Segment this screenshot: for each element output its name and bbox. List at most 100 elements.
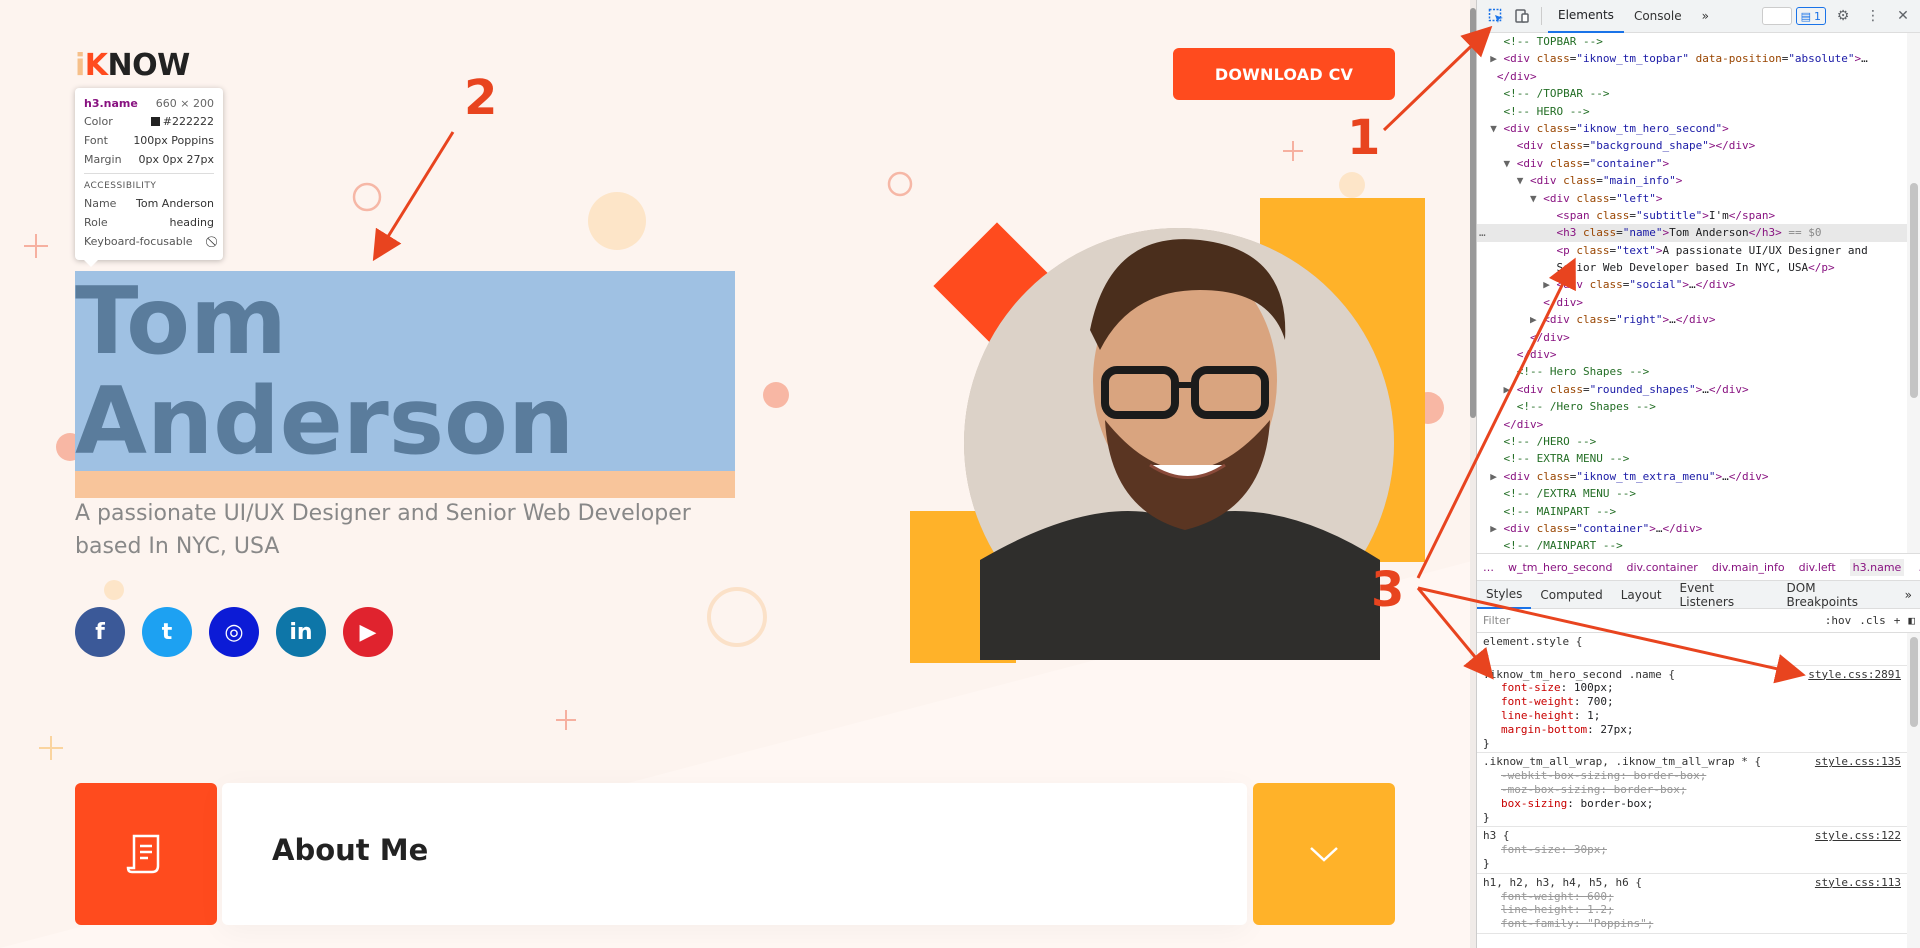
- dom-node[interactable]: </div>: [1477, 416, 1907, 433]
- css-property[interactable]: font-family: "Poppins";: [1483, 917, 1901, 931]
- css-property[interactable]: line-height: 1.2;: [1483, 903, 1901, 917]
- dom-node[interactable]: ▶ <div class="rounded_shapes">…</div>: [1477, 381, 1907, 398]
- dom-node[interactable]: <!-- /Hero Shapes -->: [1477, 398, 1907, 415]
- dom-node[interactable]: ▶ <div class="container">…</div>: [1477, 520, 1907, 537]
- subtab-computed[interactable]: Computed: [1531, 581, 1611, 609]
- dom-node[interactable]: ▼ <div class="container">: [1477, 155, 1907, 172]
- css-property[interactable]: font-size: 100px;: [1483, 681, 1901, 695]
- about-icon-box[interactable]: [75, 783, 217, 925]
- dom-node[interactable]: ▼ <div class="left">: [1477, 190, 1907, 207]
- styles-scrollbar[interactable]: [1907, 633, 1920, 948]
- dom-node[interactable]: ▶ <div class="right">…</div>: [1477, 311, 1907, 328]
- dom-node[interactable]: <!-- TOPBAR -->: [1477, 33, 1907, 50]
- css-property[interactable]: -moz-box-sizing: border-box;: [1483, 783, 1901, 797]
- more-tabs-icon[interactable]: »: [1692, 0, 1719, 33]
- dom-node[interactable]: </div>: [1477, 294, 1907, 311]
- breadcrumb-item[interactable]: h3.name: [1849, 558, 1905, 576]
- dom-node[interactable]: <!-- EXTRA MENU -->: [1477, 450, 1907, 467]
- twitter-icon[interactable]: t: [142, 607, 192, 657]
- dom-node[interactable]: <!-- MAINPART -->: [1477, 503, 1907, 520]
- dom-node[interactable]: <span class="subtitle">I'm</span>: [1477, 207, 1907, 224]
- css-property[interactable]: font-weight: 600;: [1483, 890, 1901, 904]
- class-toggle[interactable]: .cls: [1859, 614, 1886, 627]
- dom-node[interactable]: <!-- /EXTRA MENU -->: [1477, 485, 1907, 502]
- linkedin-icon[interactable]: in: [276, 607, 326, 657]
- dom-node[interactable]: <p class="text">A passionate UI/UX Desig…: [1477, 242, 1907, 259]
- hover-state-toggle[interactable]: :hov: [1825, 614, 1852, 627]
- css-property[interactable]: box-sizing: border-box;: [1483, 797, 1901, 811]
- filter-input[interactable]: Filter: [1483, 614, 1510, 627]
- breadcrumb-item[interactable]: …: [1483, 561, 1494, 574]
- css-rule[interactable]: h3 {style.css:122 font-size: 30px;}: [1477, 827, 1907, 874]
- dom-node[interactable]: <div class="background_shape"></div>: [1477, 137, 1907, 154]
- dom-node[interactable]: <!-- Hero Shapes -->: [1477, 363, 1907, 380]
- breadcrumb-item[interactable]: div.left: [1799, 561, 1836, 574]
- css-source-link[interactable]: style.css:2891: [1808, 668, 1901, 682]
- css-rules-list[interactable]: element.style {} .iknow_tm_hero_second .n…: [1477, 633, 1907, 948]
- subtab-»[interactable]: »: [1896, 581, 1920, 609]
- dom-node[interactable]: <!-- /HERO -->: [1477, 433, 1907, 450]
- about-title: About Me: [272, 833, 429, 867]
- new-rule-button[interactable]: +: [1894, 614, 1901, 627]
- dom-node[interactable]: ▶ <div class="iknow_tm_extra_menu">…</di…: [1477, 468, 1907, 485]
- dom-node[interactable]: Senior Web Developer based In NYC, USA</…: [1477, 259, 1907, 276]
- logo-letter-i: i: [75, 48, 85, 83]
- breadcrumb-item[interactable]: w_tm_hero_second: [1508, 561, 1613, 574]
- download-cv-button[interactable]: DOWNLOAD CV: [1173, 48, 1395, 100]
- error-counter[interactable]: [1761, 7, 1792, 25]
- computed-sidebar-icon[interactable]: ◧: [1908, 614, 1915, 627]
- instagram-icon[interactable]: ◎: [209, 607, 259, 657]
- youtube-icon[interactable]: ▶: [343, 607, 393, 657]
- tooltip-accessibility-header: ACCESSIBILITY: [84, 181, 157, 191]
- css-rule[interactable]: .iknow_tm_hero_second .name {style.css:2…: [1477, 666, 1907, 754]
- tab-console[interactable]: Console: [1624, 0, 1692, 33]
- dom-node[interactable]: <!-- HERO -->: [1477, 103, 1907, 120]
- breadcrumb-item[interactable]: div.container: [1627, 561, 1698, 574]
- css-source-link[interactable]: style.css:122: [1815, 829, 1901, 843]
- close-icon[interactable]: ✕: [1890, 3, 1916, 29]
- dom-node[interactable]: ▶ <div class="social">…</div>: [1477, 276, 1907, 293]
- dom-node[interactable]: <!-- /TOPBAR -->: [1477, 85, 1907, 102]
- dom-node[interactable]: ▼ <div class="iknow_tm_hero_second">: [1477, 120, 1907, 137]
- css-property[interactable]: font-weight: 700;: [1483, 695, 1901, 709]
- css-selector[interactable]: element.style {: [1483, 635, 1901, 649]
- dom-node[interactable]: ▶ <div class="iknow_tm_topbar" data-posi…: [1477, 50, 1907, 67]
- css-rule[interactable]: element.style {}: [1477, 633, 1907, 666]
- site-logo[interactable]: iKNOW: [75, 48, 190, 83]
- device-toolbar-icon[interactable]: [1509, 3, 1535, 29]
- subtab-layout[interactable]: Layout: [1612, 581, 1671, 609]
- inspect-element-icon[interactable]: [1483, 3, 1509, 29]
- color-swatch: [150, 117, 160, 126]
- css-property[interactable]: -webkit-box-sizing: border-box;: [1483, 769, 1901, 783]
- dom-node[interactable]: </div>: [1477, 329, 1907, 346]
- chevron-down-icon: [1310, 847, 1338, 862]
- about-toggle-button[interactable]: [1253, 783, 1395, 925]
- toolbar-divider: [1541, 7, 1542, 25]
- dom-node-selected[interactable]: … <h3 class="name">Tom Anderson</h3> == …: [1477, 224, 1907, 242]
- dom-node[interactable]: </div>: [1477, 68, 1907, 85]
- css-property[interactable]: margin-bottom: 27px;: [1483, 723, 1901, 737]
- css-source-link[interactable]: style.css:113: [1815, 876, 1901, 890]
- dom-node[interactable]: ▼ <div class="main_info">: [1477, 172, 1907, 189]
- css-property[interactable]: font-size: 30px;: [1483, 843, 1901, 857]
- css-rule[interactable]: .iknow_tm_all_wrap, .iknow_tm_all_wrap *…: [1477, 753, 1907, 828]
- subtab-styles[interactable]: Styles: [1477, 581, 1532, 609]
- breadcrumb-item[interactable]: div.main_info: [1712, 561, 1785, 574]
- dom-node[interactable]: <!-- /MAINPART -->: [1477, 537, 1907, 553]
- subtab-dom-breakpoints[interactable]: DOM Breakpoints: [1778, 581, 1896, 609]
- tooltip-name-value: Tom Anderson: [136, 197, 214, 210]
- css-rule[interactable]: h1, h2, h3, h4, h5, h6 {style.css:113 fon…: [1477, 874, 1907, 934]
- dom-tree-scrollbar[interactable]: [1907, 33, 1920, 553]
- elements-dom-tree[interactable]: <!-- TOPBAR --> ▶ <div class="iknow_tm_t…: [1477, 33, 1907, 553]
- tab-elements[interactable]: Elements: [1548, 0, 1624, 33]
- more-options-icon[interactable]: ⋮: [1860, 3, 1886, 29]
- css-property[interactable]: line-height: 1;: [1483, 709, 1901, 723]
- styles-scrollbar-thumb[interactable]: [1910, 637, 1918, 727]
- dom-tree-scrollbar-thumb[interactable]: [1910, 183, 1918, 398]
- settings-gear-icon[interactable]: ⚙: [1830, 3, 1856, 29]
- issues-badge[interactable]: ▤ 1: [1795, 7, 1826, 25]
- dom-node[interactable]: </div>: [1477, 346, 1907, 363]
- subtab-event-listeners[interactable]: Event Listeners: [1671, 581, 1778, 609]
- facebook-icon[interactable]: f: [75, 607, 125, 657]
- css-source-link[interactable]: style.css:135: [1815, 755, 1901, 769]
